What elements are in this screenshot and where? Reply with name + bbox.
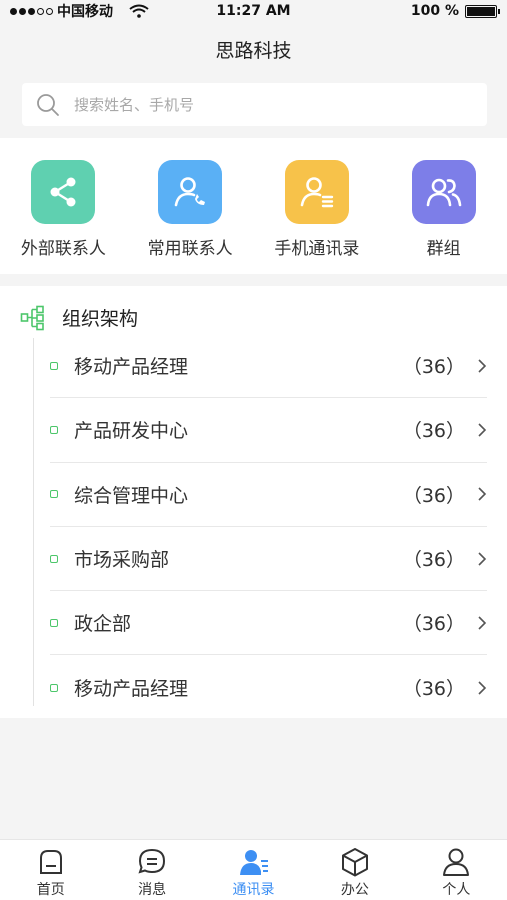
status-bar: 中国移动 11:27 AM 100 % <box>0 0 507 22</box>
department-name: 政企部 <box>74 613 132 636</box>
share-network-icon <box>31 160 96 224</box>
tree-line <box>33 338 34 706</box>
chevron-right-icon <box>478 423 487 437</box>
tab-label: 通讯录 <box>232 882 275 898</box>
department-count: （36） <box>402 356 465 379</box>
org-panel: 组织架构 移动产品经理 （36） 产品研发中心 （36） 综合管理中心 （36）… <box>0 286 507 718</box>
tree-node-icon <box>50 361 58 370</box>
quick-entry-frequent-contacts[interactable]: 常用联系人 <box>127 138 254 274</box>
contacts-icon <box>239 850 268 875</box>
department-name: 综合管理中心 <box>74 484 189 507</box>
department-row[interactable]: 综合管理中心 （36） <box>50 463 487 527</box>
page-title: 思路科技 <box>215 40 292 62</box>
group-icon <box>411 160 476 224</box>
department-list: 移动产品经理 （36） 产品研发中心 （36） 综合管理中心 （36） 市场采购… <box>50 334 487 720</box>
department-name: 产品研发中心 <box>74 420 189 443</box>
tab-label: 办公 <box>340 882 369 898</box>
quick-entries: 外部联系人 常用联系人 手机通讯录 群组 <box>0 138 507 274</box>
department-name: 移动产品经理 <box>74 356 189 379</box>
battery-icon <box>465 4 500 18</box>
department-count: （36） <box>402 420 465 443</box>
search-icon <box>37 93 59 116</box>
tab-label: 首页 <box>36 882 65 898</box>
signal-icon <box>10 7 53 15</box>
status-right: 100 % <box>327 3 500 19</box>
department-name: 市场采购部 <box>74 549 170 572</box>
tree-node-icon <box>50 618 58 627</box>
wifi-icon <box>129 4 149 18</box>
home-icon <box>39 850 62 874</box>
department-row[interactable]: 产品研发中心 （36） <box>50 398 487 463</box>
tab-bar: 首页 消息 通讯录 办公 个人 <box>0 839 507 900</box>
tree-node-icon <box>50 554 58 563</box>
battery-label: 100 % <box>410 3 459 19</box>
tab-label: 个人 <box>442 882 471 898</box>
person-icon <box>443 848 470 876</box>
message-icon <box>138 848 166 874</box>
quick-entry-groups[interactable]: 群组 <box>380 138 507 274</box>
quick-entry-label: 群组 <box>426 239 461 259</box>
department-row[interactable]: 移动产品经理 （36） <box>50 655 487 719</box>
tab-profile[interactable]: 个人 <box>406 840 507 900</box>
carrier-label: 中国移动 <box>57 4 113 20</box>
chevron-right-icon <box>478 551 487 566</box>
quick-entry-label: 手机通讯录 <box>274 239 360 259</box>
tree-node-icon <box>50 683 58 692</box>
contact-list-icon <box>284 160 349 224</box>
quick-entry-label: 常用联系人 <box>147 239 233 259</box>
department-count: （36） <box>402 549 465 572</box>
chevron-right-icon <box>478 681 487 695</box>
quick-entry-phone-contacts[interactable]: 手机通讯录 <box>254 138 381 274</box>
quick-entry-external-contacts[interactable]: 外部联系人 <box>0 138 127 274</box>
org-header[interactable]: 组织架构 <box>20 304 138 331</box>
tree-node-icon <box>50 425 58 434</box>
department-count: （36） <box>402 484 465 507</box>
search-bar[interactable] <box>22 83 487 126</box>
org-title: 组织架构 <box>62 308 139 330</box>
tab-contacts[interactable]: 通讯录 <box>203 840 304 900</box>
chevron-right-icon <box>478 359 487 373</box>
department-count: （36） <box>402 678 465 701</box>
status-left: 中国移动 <box>10 1 180 21</box>
tree-node-icon <box>50 490 58 499</box>
department-row[interactable]: 移动产品经理 （36） <box>50 334 487 399</box>
department-row[interactable]: 市场采购部 （36） <box>50 527 487 592</box>
org-tree-icon <box>20 305 44 330</box>
quick-entry-label: 外部联系人 <box>20 239 106 259</box>
tab-messages[interactable]: 消息 <box>101 840 202 900</box>
contact-phone-icon <box>158 160 223 224</box>
chevron-right-icon <box>478 487 487 501</box>
department-name: 移动产品经理 <box>74 678 189 701</box>
search-input[interactable] <box>74 95 454 114</box>
chevron-right-icon <box>478 616 487 630</box>
department-count: （36） <box>402 613 465 636</box>
department-row[interactable]: 政企部 （36） <box>50 591 487 656</box>
tab-home[interactable]: 首页 <box>0 840 101 900</box>
tab-label: 消息 <box>138 882 167 898</box>
status-time: 11:27 AM <box>216 3 291 19</box>
tab-office[interactable]: 办公 <box>304 840 405 900</box>
cube-icon <box>341 848 368 877</box>
